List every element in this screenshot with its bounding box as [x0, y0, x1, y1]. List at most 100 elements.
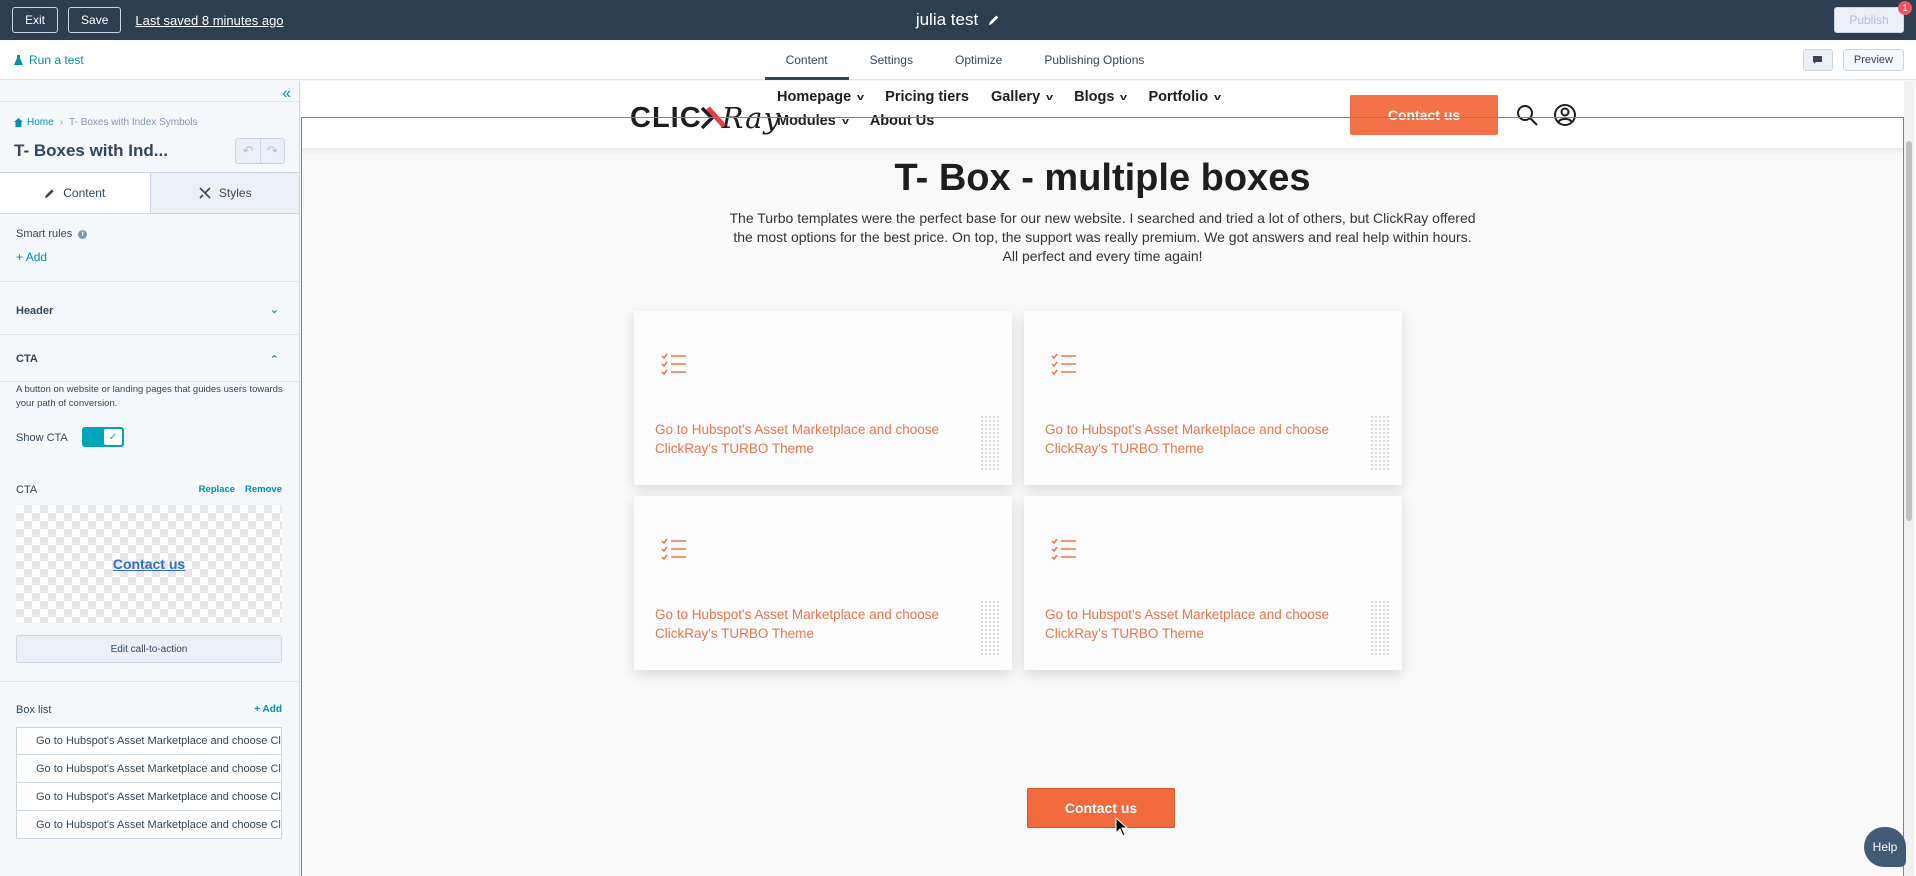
tab-publishing-options[interactable]: Publishing Options [1023, 40, 1165, 80]
show-cta-toggle[interactable]: ✓ [82, 427, 124, 447]
cta-field-label: CTA [16, 484, 38, 496]
run-test-link[interactable]: Run a test [14, 53, 84, 67]
divider [0, 281, 299, 282]
nav-label: About Us [869, 113, 935, 129]
publish-button[interactable]: Publish [1834, 7, 1904, 33]
smart-rules-label: Smart rules [16, 228, 73, 240]
t-box-card[interactable]: Go to Hubspot's Asset Marketplace and ch… [1024, 311, 1402, 485]
nav-label: Modules [777, 113, 836, 129]
checklist-icon [1051, 353, 1076, 375]
logo-text-right: Ray [721, 101, 781, 135]
help-button[interactable]: Help [1864, 827, 1906, 867]
checklist-icon [661, 353, 686, 375]
chevron-down-icon[interactable]: ⌄ [270, 303, 279, 316]
page-name-text: julia test [915, 10, 979, 29]
page-preview-canvas[interactable]: CLIC Ray Homepage v Pricing tiers Gallery… [301, 81, 1916, 876]
run-test-label: Run a test [29, 53, 84, 67]
breadcrumb-home[interactable]: Home [14, 117, 54, 128]
cta-preview-link[interactable]: Contact us [113, 556, 185, 572]
divider [0, 334, 299, 335]
sidebar-tab-content-label: Content [63, 186, 106, 200]
edit-cta-button[interactable]: Edit call-to-action [16, 635, 282, 663]
index-number-1 [1370, 600, 1390, 656]
sidebar-tab-styles[interactable]: Styles [150, 173, 299, 213]
nav-modules[interactable]: Modules v [777, 113, 849, 129]
chevron-down-icon: v [1046, 92, 1054, 102]
editor-tab-bar: Run a test Content Settings Optimize Pub… [0, 40, 1916, 80]
add-smart-rule-link[interactable]: + Add [16, 250, 47, 264]
tab-optimize[interactable]: Optimize [934, 40, 1023, 80]
sidebar-tab-content[interactable]: Content [0, 173, 151, 213]
index-number-1 [1370, 415, 1390, 471]
clickray-logo[interactable]: CLIC Ray [630, 101, 781, 135]
tab-settings[interactable]: Settings [849, 40, 934, 80]
sidebar-tab-styles-label: Styles [218, 186, 252, 200]
chevron-up-icon[interactable]: ⌃ [270, 353, 279, 366]
header-contact-button[interactable]: Contact us [1350, 95, 1498, 135]
redo-icon[interactable]: ↷ [260, 139, 284, 163]
cta-preview: Contact us [16, 505, 282, 623]
card-text: Go to Hubspot's Asset Marketplace and ch… [655, 422, 939, 456]
sidebar-tabs: Content Styles [0, 172, 299, 214]
cta-section-toggle[interactable]: CTA [16, 353, 38, 365]
info-icon[interactable]: i [78, 229, 88, 239]
tab-content[interactable]: Content [764, 40, 849, 80]
index-number-1 [980, 600, 1000, 656]
breadcrumb-current: T- Boxes with Index Symbols [69, 117, 198, 128]
card-text: Go to Hubspot's Asset Marketplace and ch… [655, 607, 939, 641]
t-box-card[interactable]: Go to Hubspot's Asset Marketplace and ch… [1024, 496, 1402, 670]
module-sidebar: « Home › T- Boxes with Index Symbols T- … [0, 81, 300, 876]
exit-button[interactable]: Exit [12, 7, 59, 33]
nav-blogs[interactable]: Blogs v [1074, 89, 1127, 105]
section-intro[interactable]: The Turbo templates were the perfect bas… [729, 209, 1476, 266]
check-icon: ✓ [104, 429, 122, 445]
undo-icon[interactable]: ↶ [236, 139, 260, 163]
checklist-icon [1051, 538, 1076, 560]
preview-button[interactable]: Preview [1842, 49, 1904, 71]
box-list-item[interactable]: Go to Hubspot's Asset Marketplace and ch… [16, 811, 282, 839]
box-list-item[interactable]: Go to Hubspot's Asset Marketplace and ch… [16, 755, 282, 783]
card-text: Go to Hubspot's Asset Marketplace and ch… [1045, 607, 1329, 641]
nav-gallery[interactable]: Gallery v [991, 89, 1054, 105]
header-section-toggle[interactable]: Header [16, 305, 53, 317]
breadcrumb-home-label: Home [27, 117, 54, 128]
last-saved-link[interactable]: Last saved 8 minutes ago [135, 13, 283, 28]
breadcrumb: Home › T- Boxes with Index Symbols [14, 117, 197, 128]
add-smart-rule-label: Add [25, 250, 48, 264]
t-box-card[interactable]: Go to Hubspot's Asset Marketplace and ch… [634, 311, 1012, 485]
page-name[interactable]: julia test [916, 10, 1000, 30]
box-list-item[interactable]: Go to Hubspot's Asset Marketplace and ch… [16, 783, 282, 811]
box-list-item[interactable]: Go to Hubspot's Asset Marketplace and ch… [16, 727, 282, 755]
show-cta-label: Show CTA [16, 432, 68, 444]
divider [0, 681, 299, 682]
cta-field-header: CTA Replace Remove [16, 484, 282, 496]
index-number-1 [980, 415, 1000, 471]
nav-portfolio[interactable]: Portfolio v [1148, 89, 1222, 105]
divider [0, 381, 299, 382]
contact-us-button[interactable]: Contact us [1027, 788, 1175, 828]
chevron-down-icon: v [857, 92, 865, 102]
remove-cta-link[interactable]: Remove [245, 484, 282, 496]
nav-pricing-tiers[interactable]: Pricing tiers [885, 89, 969, 105]
user-icon[interactable] [1553, 103, 1577, 127]
comments-button[interactable] [1802, 49, 1833, 71]
editor-top-bar: Exit Save Last saved 8 minutes ago julia… [0, 0, 1916, 40]
site-nav: Homepage v Pricing tiers Gallery v Blogs v … [777, 89, 1297, 129]
add-box-link[interactable]: + Add [254, 704, 282, 716]
section-heading[interactable]: T- Box - multiple boxes [301, 157, 1904, 200]
pencil-icon[interactable] [988, 14, 1000, 26]
logo-text-left: CLIC [630, 101, 702, 134]
home-icon [14, 118, 23, 127]
nav-about-us[interactable]: About Us [870, 113, 934, 129]
brush-icon [199, 187, 211, 199]
scrollbar-thumb[interactable] [1906, 141, 1912, 521]
nav-label: Homepage [777, 89, 852, 105]
nav-label: Portfolio [1148, 89, 1209, 105]
canvas-scrollbar[interactable] [1904, 81, 1914, 876]
search-icon[interactable] [1515, 103, 1539, 127]
nav-homepage[interactable]: Homepage v [777, 89, 865, 105]
replace-cta-link[interactable]: Replace [199, 484, 235, 496]
t-box-card[interactable]: Go to Hubspot's Asset Marketplace and ch… [634, 496, 1012, 670]
chevron-down-icon: v [1214, 92, 1222, 102]
save-button[interactable]: Save [68, 7, 122, 33]
